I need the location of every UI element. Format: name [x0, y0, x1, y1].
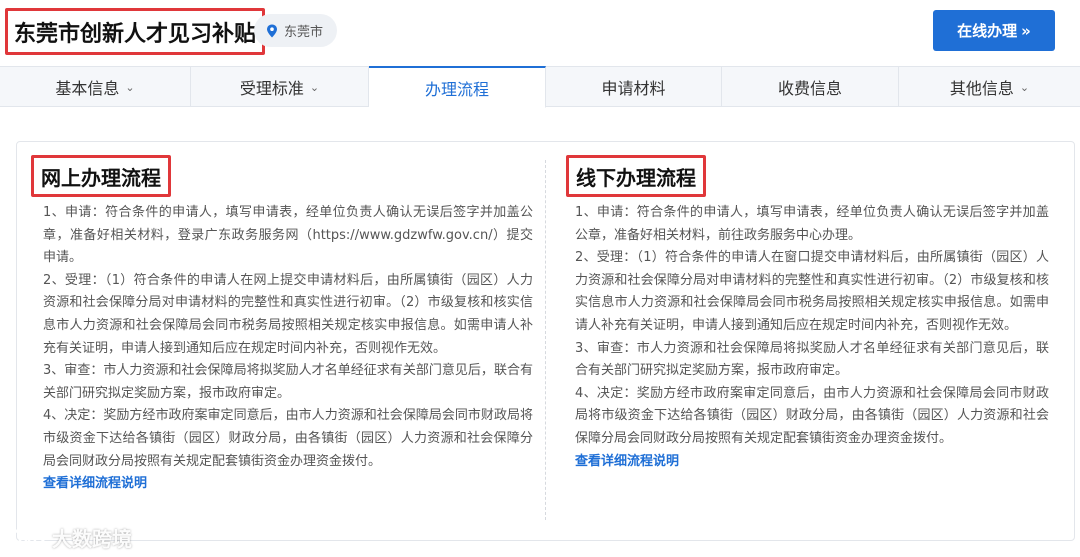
tab-label: 受理标准: [239, 78, 304, 98]
online-step-2: 2、受理：（1）符合条件的申请人在网上提交申请材料后，由所属镇街（园区）人力资源…: [43, 272, 533, 356]
offline-detail-link[interactable]: 查看详细流程说明: [575, 451, 1049, 474]
tab-process[interactable]: 办理流程: [369, 66, 546, 108]
offline-step-2: 2、受理：（1）符合条件的申请人在窗口提交申请材料后，由所属镇街（园区）人力资源…: [575, 250, 1049, 333]
page-title: 东莞市创新人才见习补贴: [5, 8, 266, 55]
tab-label: 其他信息: [949, 78, 1014, 98]
offline-process-title: 线下办理流程: [566, 155, 706, 197]
online-step-4: 4、决定：奖励方经市政府案审定同意后，由市人力资源和社会保障局会同市财政局将市级…: [43, 408, 533, 469]
column-divider: [545, 160, 546, 520]
tab-acceptance-standard[interactable]: 受理标准 ⌄: [191, 67, 369, 106]
page: 东莞市创新人才见习补贴 东莞市 在线办理 » 基本信息 ⌄ 受理标准 ⌄ 办理流…: [0, 0, 1080, 557]
offline-step-1: 1、申请：符合条件的申请人，填写申请表，经单位负责人确认无误后签字并加盖公章，准…: [575, 205, 1049, 243]
tab-label: 办理流程: [424, 79, 489, 99]
online-step-1: 1、申请：符合条件的申请人，填写申请表，经单位负责人确认无误后签字并加盖公章，准…: [43, 205, 533, 266]
online-apply-button[interactable]: 在线办理 »: [933, 10, 1055, 51]
offline-step-4: 4、决定：奖励方经市政府案审定同意后，由市人力资源和社会保障局会同市财政局将市级…: [575, 385, 1049, 446]
chevron-down-icon: ⌄: [1019, 81, 1030, 94]
tab-other-info[interactable]: 其他信息 ⌄: [899, 67, 1080, 106]
double-chevron-right-icon: »: [1021, 21, 1031, 40]
online-detail-link[interactable]: 查看详细流程说明: [43, 473, 533, 496]
online-step-3: 3、审查：市人力资源和社会保障局将拟奖励人才名单经征求有关部门意见后，联合有关部…: [43, 363, 533, 401]
watermark-text: 大数跨境: [52, 526, 132, 551]
watermark-logo-icon: [8, 525, 45, 547]
location-tag[interactable]: 东莞市: [254, 14, 338, 47]
offline-process-body: 1、申请：符合条件的申请人，填写申请表，经单位负责人确认无误后签字并加盖公章，准…: [575, 202, 1049, 473]
tab-bar: 基本信息 ⌄ 受理标准 ⌄ 办理流程 申请材料 收费信息 其他信息 ⌄: [0, 66, 1080, 108]
location-pin-icon: [267, 24, 277, 37]
chevron-down-icon: ⌄: [125, 81, 135, 94]
chevron-down-icon: ⌄: [309, 81, 320, 94]
process-card: 网上办理流程 1、申请：符合条件的申请人，填写申请表，经单位负责人确认无误后签字…: [16, 141, 1075, 541]
watermark: 大数跨境: [6, 522, 132, 552]
header: 东莞市创新人才见习补贴 东莞市 在线办理 »: [0, 0, 1080, 66]
offline-step-3: 3、审查：市人力资源和社会保障局将拟奖励人才名单经征求有关部门意见后，联合有关部…: [575, 340, 1049, 379]
tab-basic-info[interactable]: 基本信息 ⌄: [0, 67, 191, 106]
online-process-title: 网上办理流程: [31, 155, 171, 197]
tab-label: 申请材料: [601, 78, 666, 98]
location-label: 东莞市: [284, 25, 324, 40]
online-process-body: 1、申请：符合条件的申请人，填写申请表，经单位负责人确认无误后签字并加盖公章，准…: [43, 202, 533, 496]
tab-materials[interactable]: 申请材料: [546, 67, 722, 106]
tab-fees[interactable]: 收费信息: [722, 67, 899, 106]
tab-label: 基本信息: [55, 78, 120, 98]
tab-label: 收费信息: [777, 78, 842, 98]
online-apply-label: 在线办理: [957, 22, 1018, 40]
